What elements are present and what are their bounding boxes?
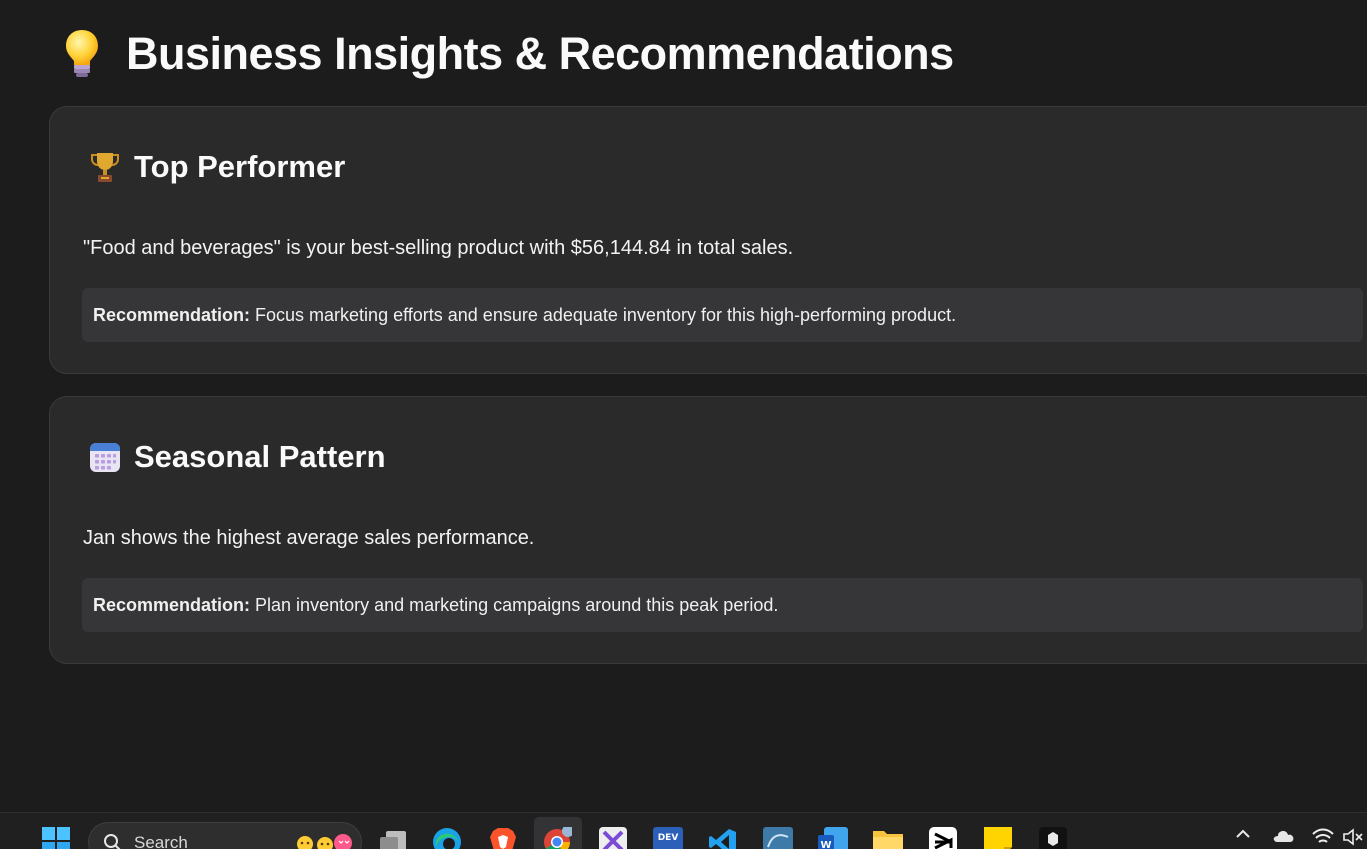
page-header: Business Insights & Recommendations [60,24,954,84]
speaker-muted-icon[interactable] [1342,827,1364,849]
edge-icon[interactable] [432,827,461,849]
calendar-icon [88,440,122,474]
recommendation-text: Focus marketing efforts and ensure adequ… [255,304,957,325]
card-title: Seasonal Pattern [134,439,386,474]
card-title: Top Performer [134,149,346,184]
app-icon[interactable] [599,827,627,849]
page-title: Business Insights & Recommendations [126,28,954,79]
capcut-icon[interactable] [929,827,957,849]
insight-text: "Food and beverages" is your best-sellin… [83,237,794,259]
dev-icon[interactable]: DEV [653,827,683,849]
taskbar: Search DEV W [0,812,1367,849]
recommendation-label: Recommendation: [93,304,251,325]
lightbulb-icon [60,26,104,82]
recommendation-box: Recommendation: Focus marketing efforts … [82,288,1363,342]
task-view-icon[interactable] [378,827,406,849]
insight-text: Jan shows the highest average sales perf… [83,527,535,549]
card-header: Top Performer [88,149,345,185]
insight-card-top-performer: Top Performer "Food and beverages" is yo… [49,106,1367,374]
sticky-notes-icon[interactable] [984,827,1012,849]
insight-card-seasonal-pattern: Seasonal Pattern Jan shows the highest a… [49,396,1367,664]
taskbar-search-box[interactable]: Search [88,822,362,849]
recommendation-text: Plan inventory and marketing campaigns a… [255,594,779,615]
emoji-decoration-icon [295,832,355,849]
wifi-icon[interactable] [1311,827,1335,849]
word-icon[interactable]: W [818,827,848,849]
vscode-icon[interactable] [708,827,736,849]
svg-text:DEV: DEV [658,833,679,843]
search-icon [103,833,123,849]
search-placeholder: Search [134,833,188,849]
mysql-workbench-icon[interactable] [763,827,793,849]
app-page: Business Insights & Recommendations Top … [0,0,1367,849]
recommendation-label: Recommendation: [93,594,251,615]
chevron-up-icon[interactable] [1235,827,1251,846]
chrome-icon[interactable] [542,825,574,849]
trophy-icon [88,150,122,184]
brave-icon[interactable] [489,827,517,849]
cloud-icon[interactable] [1271,827,1295,848]
recommendation-box: Recommendation: Plan inventory and marke… [82,578,1363,632]
file-explorer-icon[interactable] [873,827,903,849]
windows-start-icon[interactable] [42,827,70,849]
card-header: Seasonal Pattern [88,439,386,475]
svg-text:W: W [820,840,831,849]
app-icon[interactable] [1039,827,1067,849]
